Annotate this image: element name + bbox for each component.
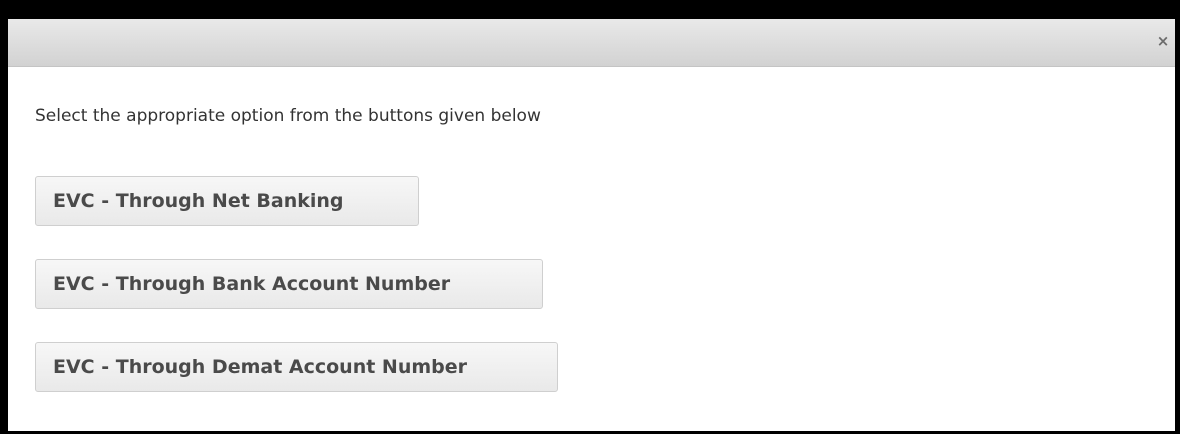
evc-option-dialog: × Select the appropriate option from the…	[8, 19, 1175, 431]
evc-bank-account-button[interactable]: EVC - Through Bank Account Number	[35, 259, 543, 309]
dialog-titlebar: ×	[8, 19, 1175, 67]
evc-net-banking-button[interactable]: EVC - Through Net Banking	[35, 176, 419, 226]
instruction-text: Select the appropriate option from the b…	[35, 106, 541, 126]
dialog-content: Select the appropriate option from the b…	[35, 105, 1155, 127]
option-buttons: EVC - Through Net Banking EVC - Through …	[35, 176, 558, 425]
evc-demat-account-button[interactable]: EVC - Through Demat Account Number	[35, 342, 558, 392]
close-icon[interactable]: ×	[1153, 31, 1173, 51]
